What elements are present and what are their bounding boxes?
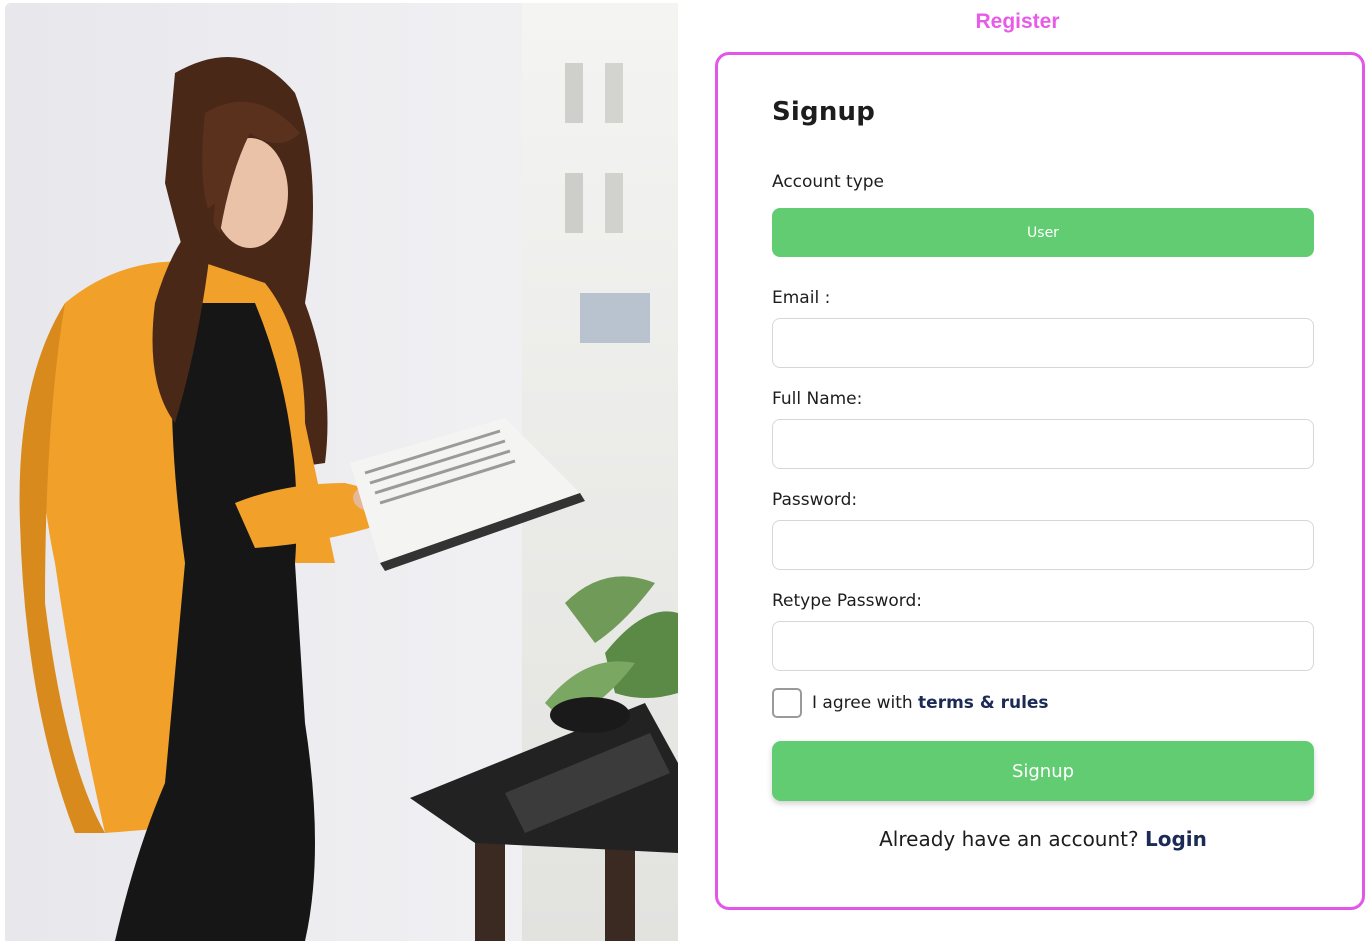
hero-photo	[5, 3, 678, 941]
account-type-label: Account type	[772, 172, 885, 192]
login-prompt: Already have an account? Login	[772, 827, 1314, 851]
signup-button[interactable]: Signup	[772, 741, 1314, 801]
password-field[interactable]	[772, 520, 1314, 570]
signup-card: Signup Account type User Email : Full Na…	[715, 52, 1365, 910]
full-name-field[interactable]	[772, 419, 1314, 469]
page-title: Register	[975, 10, 1060, 33]
retype-password-label: Retype Password:	[772, 591, 923, 611]
full-name-label: Full Name:	[772, 389, 863, 409]
account-type-value: User	[1027, 224, 1059, 241]
retype-password-field[interactable]	[772, 621, 1314, 671]
login-prompt-text: Already have an account?	[879, 827, 1145, 851]
agree-prefix: I agree with	[812, 693, 919, 713]
login-link[interactable]: Login	[1145, 827, 1207, 851]
password-label: Password:	[772, 490, 858, 510]
terms-agreement: I agree with terms & rules	[772, 688, 1049, 718]
email-label: Email :	[772, 288, 831, 308]
account-type-select[interactable]: User	[772, 208, 1314, 257]
terms-checkbox[interactable]	[772, 688, 802, 718]
form-title: Signup	[772, 97, 876, 127]
terms-text: I agree with terms & rules	[812, 693, 1049, 713]
terms-link[interactable]: terms & rules	[918, 693, 1049, 713]
email-field[interactable]	[772, 318, 1314, 368]
woman-reading-book-image	[5, 3, 678, 941]
